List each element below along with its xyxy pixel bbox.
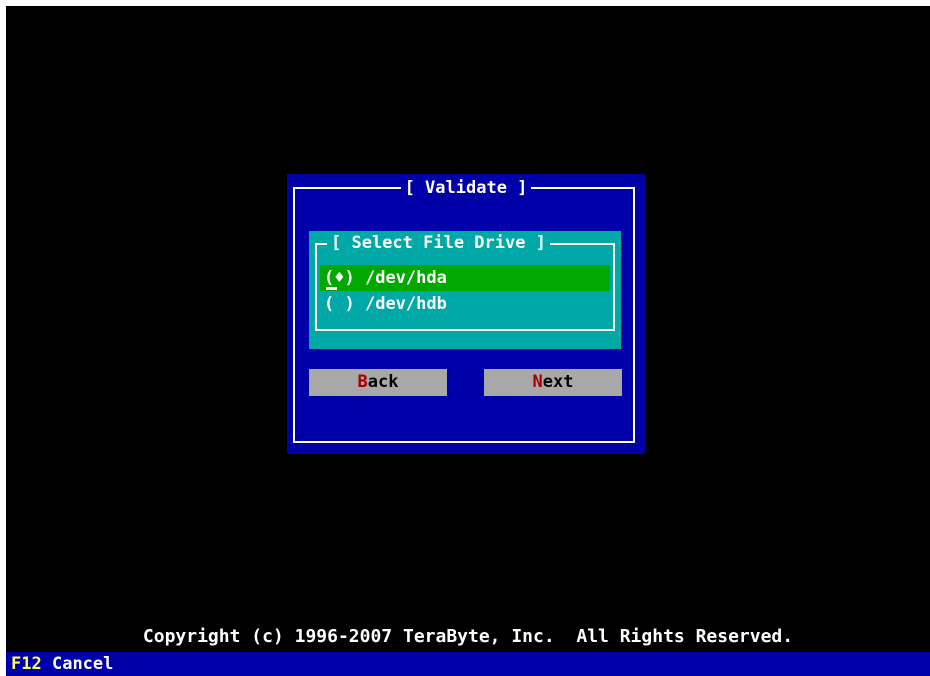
drive-option-hdb[interactable]: ( ) /dev/hdb — [320, 291, 610, 317]
back-label: ack — [367, 372, 399, 392]
cancel-shortcut-label[interactable]: Cancel — [52, 654, 113, 674]
status-bar: F12 Cancel — [6, 652, 930, 676]
validate-dialog: [ Validate ] [ Select File Drive ] (♦) /… — [287, 174, 645, 454]
dialog-title-wrap: [ Validate ] — [287, 178, 645, 198]
copyright-notice: Copyright (c) 1996-2007 TeraByte, Inc. A… — [142, 626, 794, 647]
back-hotkey: B — [357, 372, 368, 392]
next-label: ext — [542, 372, 574, 392]
drive-option-label: /dev/hda — [364, 268, 447, 288]
dialog-title: [ Validate ] — [400, 178, 532, 198]
cancel-shortcut-key[interactable]: F12 — [11, 654, 42, 674]
select-file-drive-group: [ Select File Drive ] (♦) /dev/hda ( ) /… — [309, 231, 621, 349]
radio-unselected-icon[interactable]: ( ) — [324, 294, 355, 314]
text-cursor — [326, 287, 337, 290]
drive-option-label: /dev/hdb — [364, 294, 447, 314]
drive-option-hda[interactable]: (♦) /dev/hda — [320, 265, 610, 291]
back-button[interactable]: Back — [309, 369, 447, 396]
next-button[interactable]: Next — [484, 369, 622, 396]
next-hotkey: N — [532, 372, 543, 392]
group-title: [ Select File Drive ] — [327, 233, 550, 253]
radio-selected-icon[interactable]: (♦) — [324, 268, 355, 288]
dos-screen: [ Validate ] [ Select File Drive ] (♦) /… — [6, 6, 930, 676]
